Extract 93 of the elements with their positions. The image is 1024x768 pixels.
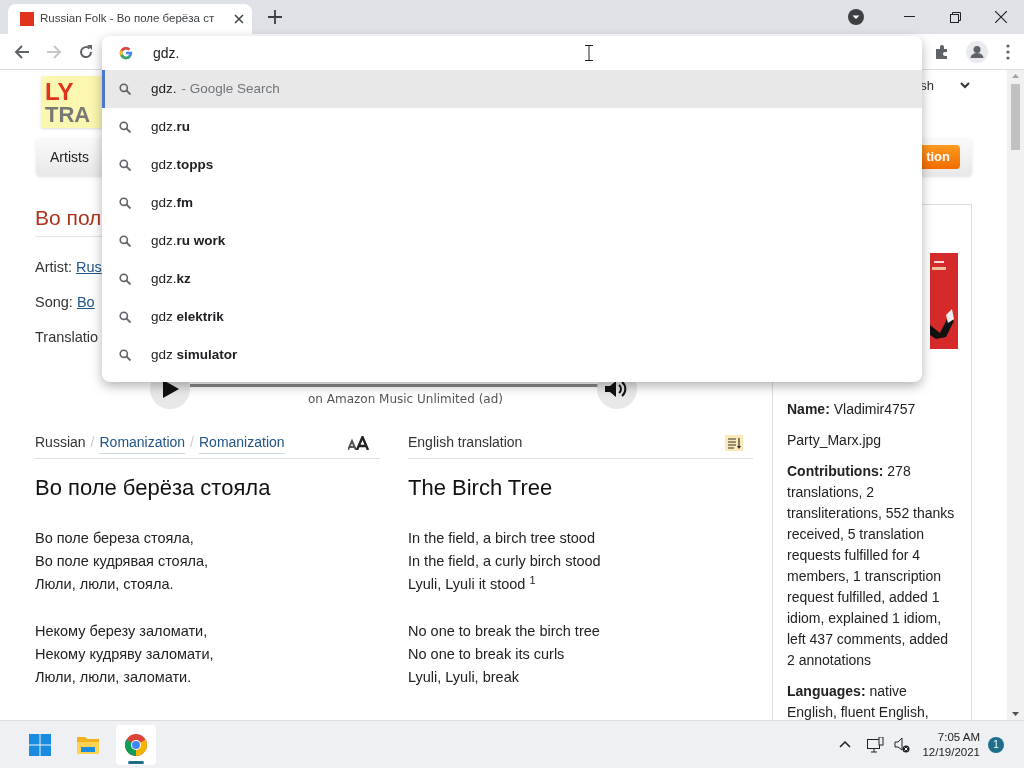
suggestion-item[interactable]: gdz.ru work [102, 222, 922, 260]
language-tab[interactable]: Romanization [99, 431, 186, 454]
lyrics-line: Lyuli, Lyuli, break [408, 668, 520, 687]
lyrics-line: In the field, a birch tree stood [408, 529, 596, 548]
suggestion-item[interactable]: gdz. - Google Search [102, 70, 922, 108]
image-filename: Party_Marx.jpg [787, 431, 883, 450]
back-icon[interactable] [14, 43, 30, 60]
scrollbar[interactable] [1007, 70, 1024, 720]
site-favicon [20, 12, 34, 26]
extensions-icon[interactable] [934, 43, 950, 60]
language-tab[interactable]: Romanization [199, 431, 285, 454]
suggestion-item[interactable]: gdz simulator [102, 336, 922, 374]
lyrics-line: Во поле кудрявая стояла, [35, 552, 210, 571]
browser-tab[interactable]: Russian Folk - Во поле берёза ст [8, 4, 252, 34]
suggestion-text: gdz elektrik [151, 307, 224, 326]
lyrics-line: No one to break the birch tree [408, 622, 601, 641]
meta-label: Artist: [35, 258, 73, 277]
lyrics-line: In the field, a curly birch stood [408, 552, 602, 571]
suggestion-hint: - Google Search [181, 79, 280, 98]
site-logo[interactable]: LY TRA [41, 76, 105, 128]
play-icon[interactable] [163, 380, 179, 398]
suggestion-text: gdz.kz [151, 269, 191, 288]
chevron-up-icon[interactable] [839, 741, 852, 748]
meta-link[interactable]: Rus [76, 257, 102, 277]
separator: / [90, 433, 95, 452]
separator: / [190, 433, 194, 452]
minimize-icon[interactable] [903, 16, 915, 18]
scrollbar-thumb[interactable] [1011, 84, 1020, 150]
lyrics-line: Во поле береза стояла, [35, 529, 195, 548]
profile-icon[interactable] [966, 40, 988, 63]
logo-text: TRA [45, 104, 92, 126]
tab-search-icon[interactable] [848, 9, 864, 25]
address-field[interactable]: gdz. [153, 42, 573, 64]
logo-text: LY [45, 80, 75, 104]
meta-link[interactable]: Во [76, 292, 95, 312]
meta-label: Translatio [35, 328, 99, 347]
suggestion-item[interactable]: gdz.fm [102, 184, 922, 222]
suggestion-text: gdz.ru [151, 117, 191, 136]
suggestion-item[interactable]: gdz.topps [102, 146, 922, 184]
clock-time[interactable]: 7:05 AM [937, 729, 980, 745]
close-icon[interactable] [995, 11, 1007, 23]
suggestion-item[interactable]: gdz.ru [102, 108, 922, 146]
search-icon [119, 311, 131, 323]
search-icon [119, 197, 131, 209]
lyrics-line: Люли, люли, стояла. [35, 575, 175, 594]
user-name: Name: Vladimir4757 [787, 400, 917, 419]
suggestion-text: gdz.ru work [151, 231, 226, 250]
search-icon [119, 83, 131, 95]
search-icon [119, 159, 131, 171]
lyrics-line: Некому березу заломати, [35, 622, 209, 641]
reload-icon[interactable] [78, 43, 94, 60]
taskbar-button[interactable] [116, 724, 156, 765]
menu-icon[interactable] [1006, 43, 1010, 60]
lyrics-line: Люли, люли, заломати. [35, 668, 193, 687]
volume-icon[interactable] [605, 380, 629, 398]
windows-icon [29, 733, 51, 756]
suggestion-text: gdz. [151, 79, 177, 98]
browser-icon [125, 733, 147, 756]
lyrics-line: Lyuli, Lyuli it stood $^{1}$ [408, 573, 537, 594]
text-cursor-icon [585, 45, 593, 61]
lyrics-title: Во поле берёза стояла [35, 474, 272, 502]
notification-badge[interactable]: 1 [988, 736, 1004, 753]
lyrics-title: The Birch Tree [408, 474, 554, 502]
lyrics-line: Некому кудряву заломати, [35, 645, 215, 664]
player-caption: on Amazon Music Unlimited (ad) [308, 391, 503, 408]
text-lines-icon[interactable] [725, 434, 743, 451]
search-icon [119, 349, 131, 361]
suggestion-text: gdz.topps [151, 155, 214, 174]
contributions-text: Contributions: 278 translations, 2 transliterations, 552 thanks received, 5 translation requests fulfilled for 4 members, 1 transcription request fulfilled, added 1 idiom, explained 1 idiom, left 437 comments, added 2 annotations [787, 462, 956, 670]
suggestion-text: gdz.fm [151, 193, 194, 212]
close-icon[interactable] [234, 14, 244, 24]
languages-text: Languages: native English, fluent English, [787, 682, 930, 720]
search-icon [119, 121, 131, 133]
meta-label: Song: [35, 293, 73, 312]
tab-title: Russian Folk - Во поле берёза ст [40, 11, 216, 27]
speaker-muted-icon[interactable] [894, 736, 911, 753]
chevron-down-icon[interactable] [960, 82, 970, 90]
nav-link[interactable]: Artists [36, 138, 103, 176]
suggestion-item[interactable]: gdz elektrik [102, 298, 922, 336]
language-tab[interactable]: Russian [35, 432, 86, 453]
font-size-icon[interactable] [348, 435, 370, 450]
scroll-down-icon[interactable] [1012, 712, 1019, 716]
lyrics-line: No one to break its curls [408, 645, 566, 664]
new-tab-icon[interactable] [268, 10, 282, 24]
search-icon [119, 273, 131, 285]
restore-icon[interactable] [949, 11, 961, 23]
search-icon [119, 235, 131, 247]
language-tab[interactable]: English translation [408, 432, 523, 453]
suggestion-item[interactable]: gdz.kz [102, 260, 922, 298]
suggestion-text: gdz simulator [151, 345, 238, 364]
network-icon[interactable] [867, 736, 885, 753]
google-icon [119, 46, 133, 60]
clock-date[interactable]: 12/19/2021 [922, 744, 980, 760]
